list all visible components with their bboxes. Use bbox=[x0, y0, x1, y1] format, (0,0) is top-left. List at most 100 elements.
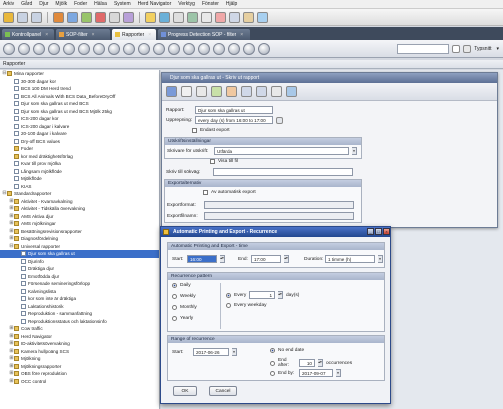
font-icon[interactable] bbox=[463, 44, 472, 53]
tree-item[interactable]: ⊞ OBS före reproduktion bbox=[0, 370, 159, 378]
menu-item[interactable]: Fönster bbox=[202, 1, 219, 7]
up-icon[interactable] bbox=[48, 42, 60, 55]
tree-item[interactable]: Reproduktionsstatus och laktationsinfo bbox=[0, 318, 159, 326]
tree-item[interactable]: Mjölkflöde bbox=[0, 175, 159, 183]
report-icon[interactable] bbox=[123, 11, 134, 23]
up-arrow-icon[interactable] bbox=[241, 86, 252, 97]
tree-item[interactable]: ICS-200 dagar i kalvare bbox=[0, 123, 159, 131]
visa-checkbox[interactable] bbox=[210, 159, 215, 164]
alarm-icon[interactable] bbox=[215, 11, 226, 23]
menu-item[interactable]: Djur bbox=[39, 1, 48, 7]
tree-item[interactable]: Emotfödda djur bbox=[0, 273, 159, 281]
menu-item[interactable]: Herd Navigator bbox=[138, 1, 172, 7]
tree-item[interactable]: ⊞ Aktivitet - Kvarnavkalning bbox=[0, 198, 159, 206]
tree-item[interactable]: BCS All Animals With BCS Data_BeforeDryO… bbox=[0, 93, 159, 101]
tree-item[interactable]: ⊞ OCC control bbox=[0, 378, 159, 386]
tree-item[interactable]: kor med dräktighetsförlag bbox=[0, 153, 159, 161]
chevron-down-icon[interactable]: ▾ bbox=[336, 369, 341, 377]
end-after-input[interactable]: 10 bbox=[299, 359, 315, 367]
save-icon[interactable] bbox=[213, 42, 225, 55]
pattern-radio[interactable] bbox=[172, 305, 177, 310]
print-icon[interactable] bbox=[271, 86, 282, 97]
exportfilnamn-field[interactable] bbox=[204, 212, 354, 220]
tree-item[interactable]: ⊞ Besättningsrevisionsrapporter bbox=[0, 228, 159, 236]
start-time-input[interactable]: 16:00 bbox=[187, 255, 217, 263]
tree-item[interactable]: ⊞ Diagnosfördelning bbox=[0, 235, 159, 243]
sort-icon[interactable] bbox=[78, 42, 90, 55]
tree-item[interactable]: KIAS bbox=[0, 183, 159, 191]
tree-item[interactable]: 20-100 dagar i kalvare bbox=[0, 130, 159, 138]
no-end-radio[interactable] bbox=[270, 348, 275, 353]
down-arrow-icon[interactable] bbox=[256, 86, 267, 97]
cancel-button[interactable]: Cancel bbox=[209, 386, 237, 396]
export-icon[interactable] bbox=[187, 11, 198, 23]
tree-item[interactable]: kor som inte är dräktiga bbox=[0, 295, 159, 303]
every-radio[interactable] bbox=[226, 292, 231, 298]
typsnitt-label[interactable]: Typsnitt bbox=[474, 46, 491, 52]
ok-button[interactable]: OK bbox=[173, 386, 197, 396]
ellipsis-button[interactable] bbox=[276, 116, 283, 124]
end-by-input[interactable]: 2017-09-07 bbox=[299, 369, 333, 377]
menu-item[interactable]: Foder bbox=[74, 1, 87, 7]
home-icon[interactable] bbox=[3, 11, 14, 23]
tree-item[interactable]: ⊞ Mjölkningsrapporter bbox=[0, 363, 159, 371]
end-after-radio[interactable] bbox=[270, 360, 275, 366]
close-icon[interactable]: × bbox=[148, 32, 151, 38]
chevron-down-icon[interactable]: ▾ bbox=[378, 255, 383, 263]
spinner-icon[interactable]: ▴▾ bbox=[278, 291, 283, 299]
remove-icon[interactable] bbox=[226, 86, 237, 97]
forward-icon[interactable] bbox=[31, 11, 42, 23]
endast-export-checkbox[interactable] bbox=[192, 128, 197, 133]
range-start-input[interactable]: 2017-06-26 bbox=[193, 348, 229, 356]
search-input[interactable] bbox=[397, 43, 450, 54]
skriv-path-field[interactable] bbox=[213, 168, 353, 176]
report-tree[interactable]: ⊟ Mina rapporter 30-300 dagar kor BCS 100 D… bbox=[0, 70, 160, 409]
tree-item[interactable]: Dräktiga djur bbox=[0, 265, 159, 273]
tree-item[interactable]: ⊞ Kamera hullpoäng SCS bbox=[0, 348, 159, 356]
lock-icon[interactable] bbox=[243, 42, 255, 55]
end-by-radio[interactable] bbox=[270, 370, 275, 376]
users-icon[interactable] bbox=[229, 11, 240, 23]
close-icon[interactable]: × bbox=[92, 32, 95, 38]
tree-item[interactable]: Laktationshistorik bbox=[0, 303, 159, 311]
minimize-button[interactable]: _ bbox=[367, 228, 374, 235]
tree-item[interactable]: Djur som ska gallras ut med BCS bbox=[0, 100, 159, 108]
layout-icon[interactable] bbox=[258, 42, 270, 55]
undo-icon[interactable] bbox=[196, 86, 207, 97]
folder-icon[interactable] bbox=[243, 11, 254, 23]
add-icon[interactable] bbox=[211, 86, 222, 97]
back-nav-icon[interactable] bbox=[18, 42, 30, 55]
star-icon[interactable] bbox=[145, 11, 156, 23]
maximize-button[interactable]: □ bbox=[375, 228, 382, 235]
table-icon[interactable] bbox=[168, 42, 180, 55]
tree-item[interactable]: ⊞ Mjölkning bbox=[0, 355, 159, 363]
tree-item[interactable]: ⊞ ID-aktivitetsövervakning bbox=[0, 340, 159, 348]
feed-icon[interactable] bbox=[81, 11, 92, 23]
mail-icon[interactable] bbox=[198, 42, 210, 55]
tree-item[interactable]: ⊞ Herd Navigator bbox=[0, 333, 159, 341]
columns-icon[interactable] bbox=[123, 42, 135, 55]
chart-icon[interactable] bbox=[138, 42, 150, 55]
duration-select[interactable]: 1 timme (h) bbox=[325, 255, 375, 263]
chevron-down-icon[interactable]: ▾ bbox=[352, 147, 357, 155]
back-icon[interactable] bbox=[17, 11, 28, 23]
menu-item[interactable]: Gård bbox=[21, 1, 32, 7]
menu-item[interactable]: Verktyg bbox=[178, 1, 195, 7]
milk-icon[interactable] bbox=[67, 11, 78, 23]
spinner-icon[interactable]: ▴▾ bbox=[220, 255, 225, 263]
help-icon[interactable] bbox=[286, 86, 297, 97]
tree-item[interactable]: ⊞ AMS Aktiva djur bbox=[0, 213, 159, 221]
tab-2[interactable]: SOP-filter × bbox=[56, 29, 110, 40]
every-weekday-radio[interactable] bbox=[226, 303, 231, 308]
auto-export-checkbox[interactable] bbox=[203, 190, 208, 195]
menu-item[interactable]: System bbox=[114, 1, 131, 7]
tree-item[interactable]: ⊞ AMS mjölkningar bbox=[0, 220, 159, 228]
tree-item[interactable]: Reproduktion - sammanfattning bbox=[0, 310, 159, 318]
menu-item[interactable]: Mjölk bbox=[55, 1, 67, 7]
settings-icon[interactable] bbox=[201, 11, 212, 23]
menu-item[interactable]: Hjälp bbox=[226, 1, 237, 7]
tree-item[interactable]: ⊟ Mina rapporter bbox=[0, 70, 159, 78]
refresh-icon[interactable] bbox=[3, 42, 15, 55]
tree-item[interactable]: Dry-off BCS values bbox=[0, 138, 159, 146]
tree-item[interactable]: Försenade semineringsförlopp bbox=[0, 280, 159, 288]
